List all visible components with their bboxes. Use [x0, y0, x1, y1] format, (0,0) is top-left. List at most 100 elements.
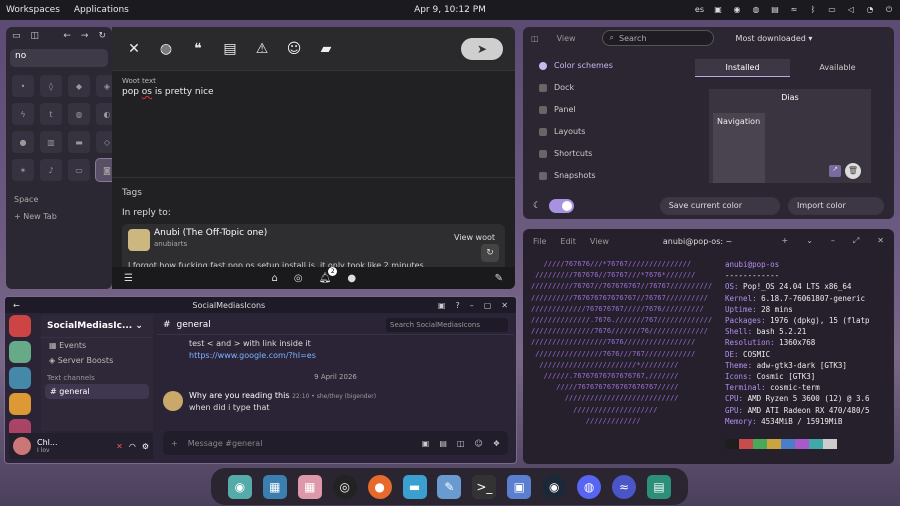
- app-grid-icon[interactable]: ▦: [297, 474, 322, 499]
- nav-dock[interactable]: Dock: [533, 77, 683, 99]
- terminal-icon[interactable]: >_: [472, 474, 497, 499]
- clipboard-icon[interactable]: ▤: [770, 5, 780, 15]
- back-icon[interactable]: ←: [63, 31, 71, 41]
- pinned-tile[interactable]: •: [12, 75, 34, 97]
- pinned-tile[interactable]: ◍: [68, 103, 90, 125]
- chevron-down-icon[interactable]: ⌄: [806, 236, 813, 246]
- view-woot-link[interactable]: View woot: [454, 233, 495, 242]
- reply-card[interactable]: Anubi (The Off-Topic one) anubiarts View…: [122, 224, 505, 272]
- gift-icon[interactable]: ▣: [422, 439, 430, 448]
- sort-dropdown[interactable]: Most downloaded ▾: [736, 34, 813, 43]
- nav-panel[interactable]: Panel: [533, 99, 683, 121]
- pinned-tile[interactable]: ◐: [96, 103, 112, 125]
- maximize-icon[interactable]: ⤢: [853, 236, 859, 246]
- inbox-icon[interactable]: ▣: [438, 301, 446, 310]
- sidebar-layout-icon[interactable]: ◫: [31, 31, 40, 41]
- sidebar-icon[interactable]: ◫: [531, 34, 539, 43]
- profile-icon[interactable]: ●: [347, 273, 356, 284]
- notifications-icon[interactable]: ◔: [865, 5, 875, 15]
- tab-available[interactable]: Available: [790, 59, 885, 77]
- steam-icon[interactable]: ◉: [542, 474, 567, 499]
- avatar[interactable]: [13, 437, 31, 455]
- explore-icon[interactable]: ◎: [294, 273, 303, 284]
- pinned-tile[interactable]: ϟ: [12, 103, 34, 125]
- sidebar-toggle-icon[interactable]: ▭: [12, 31, 21, 41]
- search-input[interactable]: ⌕ Search: [601, 30, 714, 46]
- woot-text-input[interactable]: pop os is pretty nice: [112, 85, 515, 177]
- dark-mode-toggle[interactable]: [549, 199, 574, 213]
- scheme-preview[interactable]: Dias Navigation ↗ 🗑︎: [709, 89, 871, 183]
- apps-icon[interactable]: ❖: [493, 439, 500, 448]
- server-boosts-item[interactable]: ◈ Server Boosts: [41, 353, 153, 368]
- close-icon[interactable]: ✕: [877, 236, 884, 246]
- send-button[interactable]: ➤: [461, 37, 503, 60]
- globe-icon[interactable]: ◍: [156, 41, 176, 57]
- server-icon[interactable]: [9, 341, 31, 363]
- link[interactable]: https://www.google.com/?hl=es: [189, 351, 316, 360]
- mute-icon[interactable]: ✕: [116, 442, 123, 451]
- edit-menu[interactable]: Edit: [560, 237, 576, 246]
- volume-icon[interactable]: ◁: [846, 5, 856, 15]
- headphones-icon[interactable]: ◠: [129, 442, 136, 451]
- search-input[interactable]: Search SocialMediasIcons: [386, 317, 508, 332]
- bell-icon[interactable]: 🔔︎ 2: [319, 266, 338, 284]
- close-icon[interactable]: ✕: [124, 41, 144, 57]
- import-scheme-button[interactable]: Import color scheme ⤓: [788, 197, 885, 215]
- avatar[interactable]: [163, 391, 183, 411]
- firefox-icon[interactable]: ●: [367, 474, 392, 499]
- wave-icon[interactable]: ≈: [789, 5, 799, 15]
- quote-icon[interactable]: ❝: [188, 41, 208, 57]
- files-icon[interactable]: ▬: [402, 474, 427, 499]
- reload-icon[interactable]: ↻: [98, 31, 106, 41]
- view-menu[interactable]: View: [590, 237, 609, 246]
- settings-app-icon[interactable]: ▤: [646, 474, 671, 499]
- forward-icon[interactable]: →: [81, 31, 89, 41]
- pinned-tile[interactable]: ▬: [68, 131, 90, 153]
- launcher-icon[interactable]: ◉: [227, 474, 252, 499]
- menu-icon[interactable]: ☰: [124, 273, 133, 284]
- discord-tray-icon[interactable]: ◍: [751, 5, 761, 15]
- server-icon[interactable]: [9, 393, 31, 415]
- nav-layouts[interactable]: Layouts: [533, 121, 683, 143]
- pinned-tile[interactable]: ◆: [68, 75, 90, 97]
- power-icon[interactable]: ⏻: [884, 5, 894, 15]
- steam-tray-icon[interactable]: ◉: [732, 5, 742, 15]
- pinned-tile-active[interactable]: ◙: [95, 158, 112, 182]
- apply-icon[interactable]: ↗: [829, 165, 841, 177]
- pinned-tile[interactable]: ♪: [40, 159, 62, 181]
- workspaces-icon[interactable]: ▦: [262, 474, 287, 499]
- channel-general[interactable]: # general: [45, 384, 149, 399]
- message-author[interactable]: Why are you reading this 22:10 • she/the…: [189, 391, 376, 400]
- nav-color-schemes[interactable]: Color schemes: [533, 55, 683, 77]
- new-tab-button[interactable]: + New Tab: [6, 208, 112, 225]
- pinned-tile[interactable]: ▥: [40, 131, 62, 153]
- text-editor-icon[interactable]: ✎: [437, 474, 462, 499]
- store-icon[interactable]: ▣: [507, 474, 532, 499]
- tab-installed[interactable]: Installed: [695, 59, 790, 77]
- maximize-icon[interactable]: ▢: [484, 301, 492, 310]
- bluetooth-icon[interactable]: ᛒ: [808, 5, 818, 15]
- battery-icon[interactable]: ▭: [827, 5, 837, 15]
- message-input[interactable]: + Message #general ▣ ▤ ◫ ☺ ❖: [163, 431, 508, 455]
- close-icon[interactable]: ✕: [501, 301, 508, 310]
- events-item[interactable]: ▦ Events: [41, 338, 153, 353]
- tags-field[interactable]: Tags: [112, 177, 515, 208]
- nav-snapshots[interactable]: Snapshots: [533, 165, 683, 187]
- workspaces-button[interactable]: Workspaces: [6, 5, 60, 15]
- sticker-icon[interactable]: ◫: [457, 439, 465, 448]
- pinned-tile[interactable]: ✶: [12, 159, 34, 181]
- comment-icon[interactable]: ▰: [316, 41, 336, 57]
- save-scheme-button[interactable]: Save current color scheme ⇥: [659, 197, 781, 215]
- gear-icon[interactable]: ⚙: [142, 442, 149, 451]
- delete-icon[interactable]: 🗑︎: [845, 163, 861, 179]
- compose-icon[interactable]: ✎: [495, 273, 503, 284]
- add-icon[interactable]: +: [171, 439, 178, 448]
- wave-app-icon[interactable]: ≈: [612, 474, 637, 499]
- url-input[interactable]: no: [10, 49, 108, 67]
- home-icon[interactable]: ⌂: [272, 273, 278, 284]
- refresh-icon[interactable]: ↻: [481, 244, 499, 262]
- camera-icon[interactable]: ▣: [713, 5, 723, 15]
- discord-icon[interactable]: ◍: [577, 474, 602, 499]
- pinned-tile[interactable]: ●: [12, 131, 34, 153]
- new-tab-icon[interactable]: +: [781, 236, 788, 246]
